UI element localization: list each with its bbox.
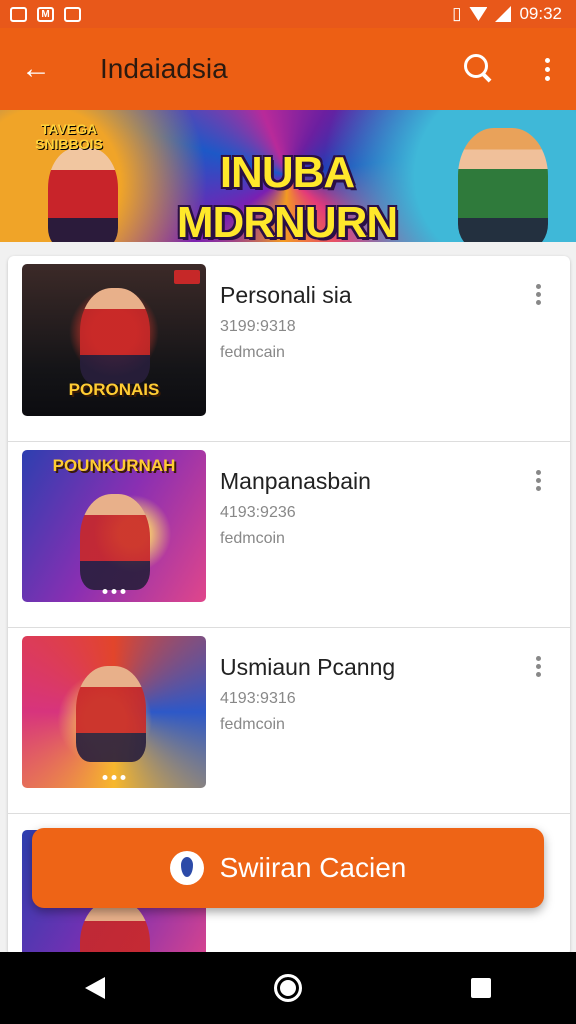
more-vert-icon[interactable] <box>536 284 541 305</box>
character-image <box>80 494 150 590</box>
system-nav-bar <box>0 952 576 1024</box>
list-item-meta: 4193:9316 <box>220 690 296 707</box>
more-vert-icon[interactable] <box>536 656 541 677</box>
list-item-source: fedmcoin <box>220 716 285 733</box>
banner-hero-right <box>458 128 548 242</box>
promo-banner[interactable]: TAVEGA SNIBBOIS INUBA MDRNURN <box>0 110 576 242</box>
list-item-source: fedmcoin <box>220 530 285 547</box>
arrow-left-icon[interactable]: ← <box>0 54 72 84</box>
list-item-meta: 4193:9236 <box>220 504 296 521</box>
vibrate-icon: ▯ <box>452 4 462 23</box>
banner-subtitle: TAVEGA SNIBBOIS <box>35 121 103 152</box>
more-vert-icon[interactable] <box>536 470 541 491</box>
nav-home-icon[interactable] <box>273 974 302 1002</box>
app-icon <box>10 6 27 22</box>
page-dots <box>102 589 126 594</box>
badge <box>174 270 200 284</box>
page-dots <box>102 775 126 780</box>
character-image <box>80 288 150 384</box>
list-item[interactable]: PORONAIS Personali sia 3199:9318 fedmcai… <box>8 256 570 442</box>
wifi-icon <box>469 7 488 21</box>
action-button[interactable]: Swiiran Cacien <box>32 828 544 908</box>
list-item-title: Usmiaun Pcanng <box>220 654 396 680</box>
list-item[interactable]: Usmiaun Pcanng 4193:9316 fedmcoin <box>8 628 570 814</box>
banner-title: INUBA MDRNURN <box>176 148 398 242</box>
search-icon[interactable] <box>462 52 496 86</box>
character-image <box>80 900 150 956</box>
camera-icon <box>64 6 81 22</box>
thumbnail: PORONAIS <box>22 264 206 416</box>
list-item-source: fedmcain <box>220 344 285 361</box>
signal-icon <box>495 6 512 22</box>
thumbnail <box>22 636 206 788</box>
drop-icon <box>169 851 204 885</box>
thumbnail: POUNKURNAH <box>22 450 206 602</box>
thumbnail-text: POUNKURNAH <box>52 456 176 475</box>
nav-recents-icon[interactable] <box>471 978 492 998</box>
app-bar: ← Indaiadsia <box>0 28 576 110</box>
page-title: Indaiadsia <box>100 53 228 84</box>
banner-hero-left <box>48 148 118 242</box>
more-vert-icon[interactable] <box>532 57 562 81</box>
list-item-title: Manpanasbain <box>220 468 371 494</box>
list-item-title: Personali sia <box>220 282 352 308</box>
thumbnail-text: PORONAIS <box>68 380 160 399</box>
nav-back-icon[interactable] <box>84 977 105 999</box>
status-time: 09:32 <box>519 4 562 23</box>
character-image <box>76 666 146 762</box>
gmail-icon: M <box>37 6 54 22</box>
action-button-label: Swiiran Cacien <box>219 852 407 883</box>
list-item[interactable]: POUNKURNAH Manpanasbain 4193:9236 fedmco… <box>8 442 570 628</box>
status-bar: M ▯ 09:32 <box>0 0 576 28</box>
list-item-meta: 3199:9318 <box>220 318 296 335</box>
